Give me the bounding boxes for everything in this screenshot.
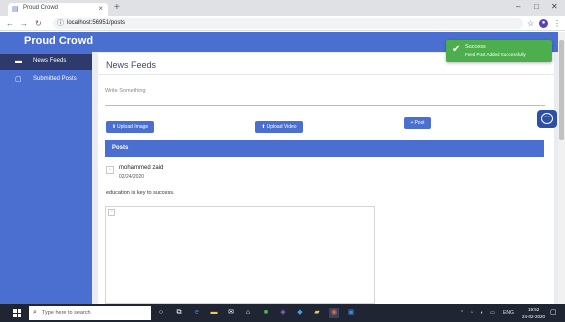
profile-avatar[interactable]: ● [539,19,548,28]
post-label: Post [414,120,425,126]
forward-arrow-icon[interactable]: → [20,19,28,28]
chrome-icon[interactable]: ◉ [329,308,339,318]
upload-image-label: Upload Image [117,124,149,130]
toast-title: Success [465,44,486,50]
reload-icon[interactable]: ↻ [35,19,42,28]
plus-icon: + [410,120,414,126]
browser-menu-icon[interactable]: ⋮ [553,19,561,28]
checkmark-icon: ✔ [452,44,461,55]
toast-message: Feed Post Added Successfully [465,52,526,57]
search-icon: ⌕ [33,309,37,316]
sidebar-item-submitted-posts[interactable]: ▢ Submitted Posts [0,72,92,88]
broken-image-icon: ▫ [106,166,114,174]
bookmark-star-icon[interactable]: ☆ [527,19,534,28]
post-button[interactable]: +Post [404,117,431,129]
upload-video-button[interactable]: ⬆Upload Video [255,121,303,133]
page-favicon-icon: ▤ [12,6,19,13]
battery-icon[interactable]: ▭ [490,310,495,316]
browser-tab[interactable]: ▤ Proud Crowd × [8,3,108,16]
task-view-icon[interactable]: ⧉ [174,308,184,318]
cortana-icon[interactable]: ○ [156,308,166,318]
success-toast[interactable]: ✔ Success Feed Post Added Successfully [446,40,552,62]
divider [98,74,554,75]
upload-icon: ⬆ [111,124,117,130]
browser-toolbar: ← → ↻ ⓘ localhost:56951/posts ☆ ● ⋮ [0,16,565,31]
chat-bubble-icon: ··· [541,113,553,124]
upload-video-label: Upload Video [266,124,297,130]
list-icon: ▬ [15,58,22,65]
address-url: localhost:56951/posts [67,20,126,26]
page-title: News Feeds [106,60,157,70]
browser-tabstrip: ▤ Proud Crowd × + – □ ✕ [0,0,565,16]
clock-date[interactable]: 24-02-2020 [522,314,545,319]
tab-close-icon[interactable]: × [98,4,103,13]
posts-header: Posts [105,140,544,157]
sidebar-item-label: Submitted Posts [33,76,77,82]
brand-title: Proud Crowd [24,35,94,47]
upload-image-button[interactable]: ⬆Upload Image [106,121,154,133]
info-icon[interactable]: ⓘ [57,19,64,28]
taskbar-search-box[interactable]: ⌕ Type here to search [29,306,151,320]
notes-icon[interactable]: ▰ [312,308,322,318]
minimize-button[interactable]: – [516,2,520,12]
windows-start-icon[interactable] [13,309,21,317]
address-bar[interactable]: ⓘ localhost:56951/posts [53,18,523,29]
windows-taskbar: ⌕ Type here to search ○ ⧉ e ▬ ✉ ⌂ ■ ◈ ◆ … [0,304,565,322]
file-explorer-icon[interactable]: ▬ [209,308,219,318]
post-date: 02/24/2020 [119,174,145,180]
broken-image-icon: ▫ [108,209,115,216]
post-text: education is key to success. [106,190,175,196]
language-indicator[interactable]: ENG [503,310,514,316]
visual-studio-icon[interactable]: ◈ [278,308,288,318]
new-tab-button[interactable]: + [114,3,120,13]
taskbar-search-placeholder: Type here to search [42,310,91,316]
app-blue-icon[interactable]: ▣ [346,308,356,318]
notification-icon[interactable]: ▢ [550,309,557,317]
vscode-icon[interactable]: ◆ [295,308,305,318]
document-icon: ▢ [15,76,22,83]
tab-title: Proud Crowd [23,5,59,11]
volume-icon[interactable]: ◖ [480,310,483,316]
posts-header-label: Posts [112,145,129,151]
store-icon[interactable]: ⌂ [243,308,253,318]
app-green-icon[interactable]: ■ [261,308,271,318]
mail-icon[interactable]: ✉ [226,308,236,318]
scrollbar-thumb[interactable] [559,40,564,140]
sidebar: ▬ News Feeds ▢ Submitted Posts [0,52,92,304]
page-scrollbar[interactable] [558,32,565,304]
window-close-button[interactable]: ✕ [551,2,558,12]
sidebar-item-label: News Feeds [33,58,67,64]
post-image: ▫ [105,206,375,304]
tray-chevron-icon[interactable]: ⌃ [460,310,464,316]
chat-button[interactable]: ··· [537,110,557,128]
back-arrow-icon[interactable]: ← [6,19,14,28]
clock-time[interactable]: 19:52 [528,307,539,312]
sidebar-item-news-feeds[interactable]: ▬ News Feeds [0,54,92,70]
upload-icon: ⬆ [261,124,266,130]
post-author: mohammed zaid [119,165,164,171]
post-composer-input[interactable]: Write Something [105,84,545,106]
edge-icon[interactable]: e [192,308,202,318]
network-icon[interactable]: ◔ [470,310,473,316]
maximize-button[interactable]: □ [534,2,539,12]
